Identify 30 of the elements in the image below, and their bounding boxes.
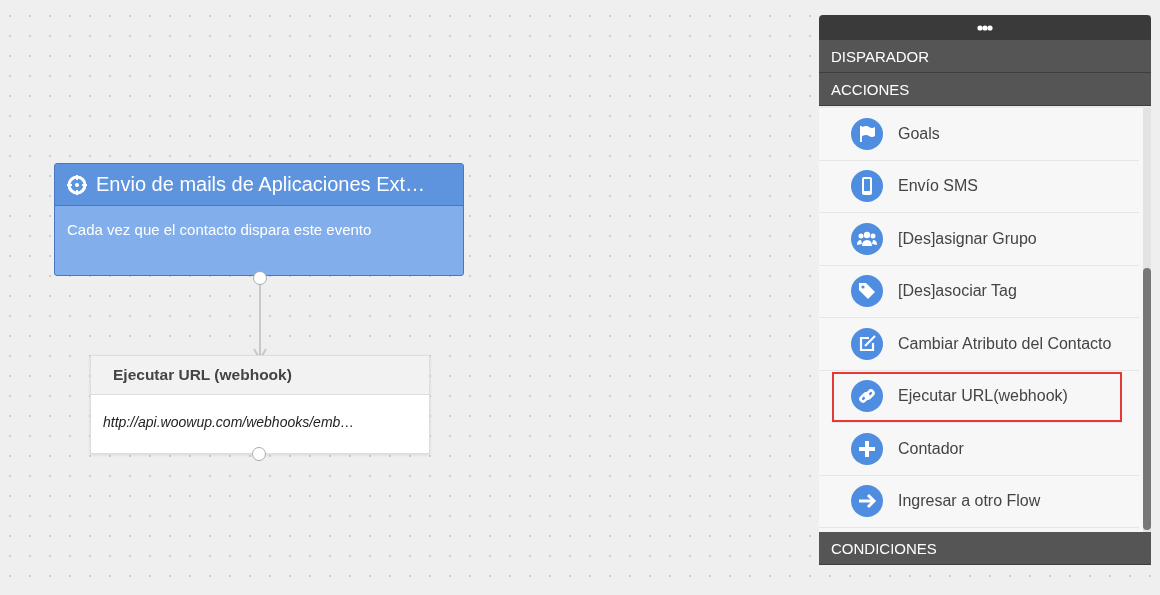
action-item[interactable]: Ingresar a otro Flow xyxy=(819,475,1139,528)
node-title: Envio de mails de Aplicaciones Ext… xyxy=(96,173,426,196)
connection-port[interactable] xyxy=(253,271,267,285)
drag-handle[interactable] xyxy=(819,15,1151,40)
action-item[interactable]: Goals xyxy=(819,108,1139,161)
link-icon xyxy=(851,380,883,413)
action-item[interactable]: [Des]asignar Grupo xyxy=(819,213,1139,266)
action-item[interactable]: Envío SMS xyxy=(819,160,1139,213)
group-icon xyxy=(851,222,883,255)
action-item[interactable]: Cambiar Atributo del Contacto xyxy=(819,318,1139,371)
flag-icon xyxy=(851,117,883,150)
action-item[interactable]: [Des]asociar Tag xyxy=(819,265,1139,318)
edit-icon xyxy=(851,327,883,360)
tag-icon xyxy=(851,275,883,308)
phone-icon xyxy=(851,170,883,203)
action-item[interactable]: Ejecutar URL(webhook) xyxy=(831,370,1123,423)
action-node[interactable]: Ejecutar URL (webhook) http://api.woowup.com/webhooks/emb… xyxy=(90,355,430,454)
node-description: Cada vez que el contacto dispara este evento xyxy=(67,221,372,238)
crosshair-icon xyxy=(67,174,87,195)
action-item[interactable]: Contador xyxy=(819,423,1139,476)
node-title: Ejecutar URL (webhook) xyxy=(113,366,292,384)
more-icon xyxy=(977,24,993,31)
connection-port[interactable] xyxy=(252,447,266,461)
node-url: http://api.woowup.com/webhooks/emb… xyxy=(103,414,355,430)
section-header[interactable]: CONDICIONES xyxy=(819,532,1151,565)
section-header[interactable]: DISPARADOR xyxy=(819,40,1151,73)
section-header[interactable]: ACCIONES xyxy=(819,73,1151,106)
scrollbar[interactable] xyxy=(1143,108,1151,532)
plus-icon xyxy=(851,432,883,465)
arrow-right-icon xyxy=(851,485,883,518)
